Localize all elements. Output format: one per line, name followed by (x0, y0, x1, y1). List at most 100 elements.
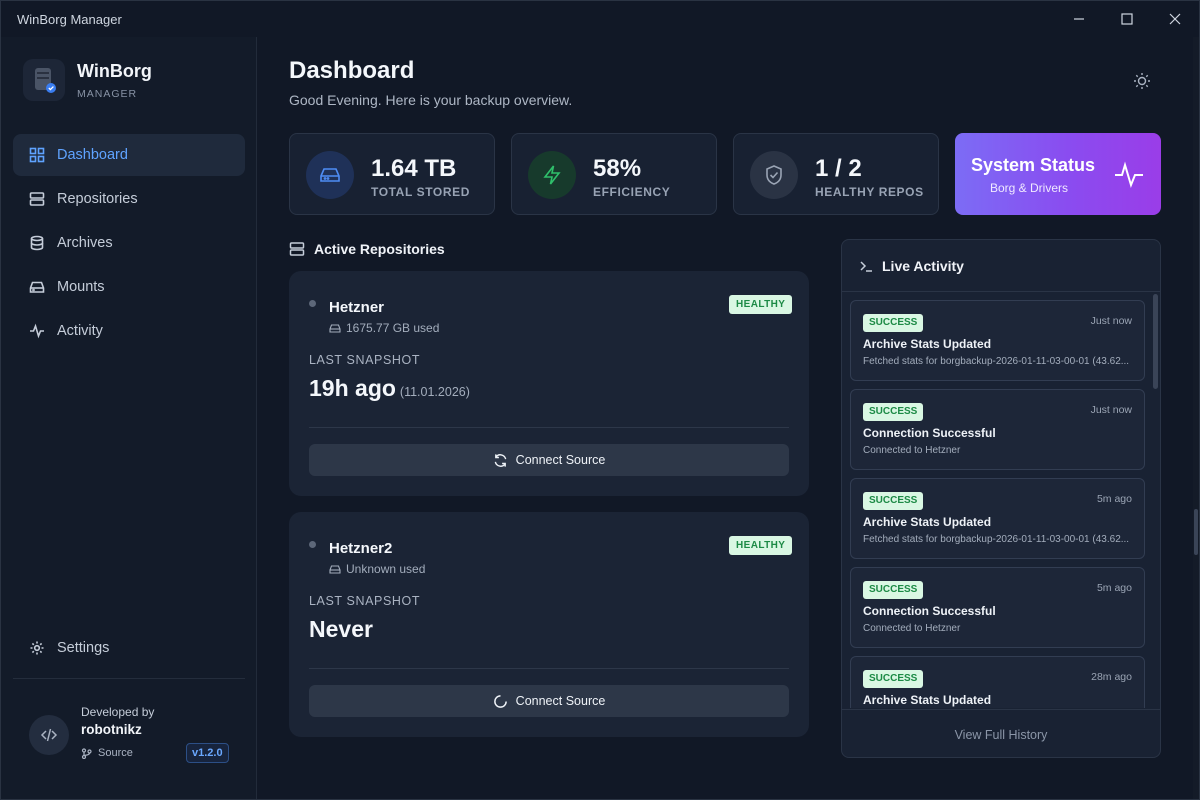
stat-card-efficiency: 58% EFFICIENCY (511, 133, 717, 215)
refresh-icon (494, 453, 507, 467)
main-scrollbar[interactable] (1193, 37, 1199, 799)
sidebar: WinBorg MANAGER Dashboard Repositories A… (1, 37, 257, 799)
status-badge: SUCCESS (863, 314, 924, 332)
activity-scrollbar[interactable] (1153, 294, 1158, 389)
live-activity-header: Live Activity (842, 240, 1160, 292)
app-window: WinBorg Manager WinBorg MANAGER Dashboar… (0, 0, 1200, 800)
activity-title: Connection Successful (863, 604, 996, 618)
theme-toggle-button[interactable] (1130, 69, 1154, 93)
system-status-subtitle: Borg & Drivers (990, 181, 1069, 195)
view-full-history-button[interactable]: View Full History (842, 709, 1160, 757)
sidebar-item-activity[interactable]: Activity (13, 310, 245, 352)
status-badge: SUCCESS (863, 403, 924, 421)
sidebar-item-archives[interactable]: Archives (13, 222, 245, 264)
repo-card: Hetzner2 Unknown used HEALTHY LAST SNAPS… (289, 512, 809, 737)
brand: WinBorg MANAGER (23, 59, 152, 101)
activity-item: SUCCESS Just now Archive Stats Updated F… (850, 300, 1145, 381)
grid-icon (29, 147, 45, 163)
last-snapshot-date: (11.01.2026) (399, 385, 470, 399)
spinner-icon (493, 694, 507, 708)
repo-name: Hetzner2 (329, 540, 393, 557)
repo-usage: 1675.77 GB used (329, 321, 439, 335)
maximize-button[interactable] (1103, 1, 1151, 37)
hard-drive-icon (329, 565, 341, 574)
status-badge: SUCCESS (863, 581, 924, 599)
stat-value: 1.64 TB (371, 155, 457, 182)
maximize-icon (1121, 13, 1133, 25)
sidebar-item-label: Activity (57, 323, 103, 339)
sidebar-item-label: Mounts (57, 279, 105, 295)
activity-time: 5m ago (1096, 493, 1132, 505)
hard-drive-icon (306, 151, 354, 199)
sidebar-item-settings[interactable]: Settings (13, 627, 245, 669)
gear-icon (30, 641, 44, 655)
last-snapshot-label: LAST SNAPSHOT (309, 594, 421, 608)
close-button[interactable] (1151, 1, 1199, 37)
title-bar: WinBorg Manager (1, 1, 1199, 37)
drive-icon (29, 281, 45, 293)
developed-by-label: Developed by (81, 705, 155, 719)
stat-card-healthy-repos: 1 / 2 HEALTHY REPOS (733, 133, 939, 215)
app-logo-icon (23, 59, 65, 101)
repo-usage: Unknown used (329, 562, 425, 576)
scrollbar-thumb[interactable] (1194, 509, 1198, 555)
database-icon (30, 235, 44, 251)
stat-card-total-stored: 1.64 TB TOTAL STORED (289, 133, 495, 215)
system-status-card[interactable]: System Status Borg & Drivers (955, 133, 1161, 215)
page-title: Dashboard (289, 57, 415, 84)
brand-subtitle: MANAGER (77, 87, 138, 100)
sidebar-item-mounts[interactable]: Mounts (13, 266, 245, 308)
minimize-button[interactable] (1055, 1, 1103, 37)
activity-description: Connected to Hetzner (863, 623, 961, 634)
activity-title: Archive Stats Updated (863, 693, 992, 707)
connect-source-button[interactable]: Connect Source (309, 685, 789, 717)
sidebar-item-repositories[interactable]: Repositories (13, 178, 245, 220)
repo-card: Hetzner 1675.77 GB used HEALTHY LAST SNA… (289, 271, 809, 496)
sidebar-nav: Dashboard Repositories Archives Mounts A… (13, 134, 245, 354)
last-snapshot-value: 19h ago (11.01.2026) (309, 375, 470, 401)
source-label: Source (98, 747, 133, 759)
divider (309, 668, 789, 669)
status-badge: SUCCESS (863, 492, 924, 510)
sidebar-item-dashboard[interactable]: Dashboard (13, 134, 245, 176)
repo-name: Hetzner (329, 299, 385, 316)
activity-time: 5m ago (1096, 582, 1132, 594)
activity-title: Connection Successful (863, 426, 996, 440)
sidebar-divider (13, 678, 245, 679)
stat-label: HEALTHY REPOS (815, 185, 924, 199)
connect-source-button[interactable]: Connect Source (309, 444, 789, 476)
live-activity-panel: Live Activity SUCCESS Just now Archive S… (841, 239, 1161, 758)
status-dot (309, 541, 316, 548)
activity-time: Just now (1090, 315, 1132, 327)
version-badge: v1.2.0 (186, 743, 229, 763)
page-subtitle: Good Evening. Here is your backup overvi… (289, 92, 573, 108)
activity-item: SUCCESS 28m ago Archive Stats Updated (850, 656, 1145, 708)
sun-icon (1134, 73, 1150, 89)
sidebar-item-label: Archives (57, 235, 113, 251)
activity-description: Fetched stats for borgbackup-2026-01-11-… (863, 356, 1130, 367)
sidebar-item-label: Settings (57, 640, 110, 656)
stat-label: EFFICIENCY (593, 185, 671, 199)
system-status-title: System Status (971, 155, 1096, 175)
lightning-icon (528, 151, 576, 199)
activity-item: SUCCESS Just now Connection Successful C… (850, 389, 1145, 470)
activity-description: Connected to Hetzner (863, 445, 961, 456)
activity-time: 28m ago (1091, 671, 1132, 683)
activity-list[interactable]: SUCCESS Just now Archive Stats Updated F… (850, 300, 1145, 708)
activity-title: Archive Stats Updated (863, 515, 992, 529)
code-icon (29, 715, 69, 755)
stat-value: 58% (593, 155, 642, 182)
git-branch-icon (81, 747, 92, 759)
brand-title: WinBorg (77, 60, 152, 81)
hard-drive-icon (329, 324, 341, 333)
status-dot (309, 300, 316, 307)
activity-description: Fetched stats for borgbackup-2026-01-11-… (863, 534, 1130, 545)
sidebar-item-label: Repositories (57, 191, 138, 207)
source-link[interactable]: Source (81, 747, 133, 759)
status-badge: SUCCESS (863, 670, 924, 688)
minimize-icon (1074, 18, 1084, 20)
activity-item: SUCCESS 5m ago Connection Successful Con… (850, 567, 1145, 648)
status-badge: HEALTHY (729, 295, 793, 314)
last-snapshot-label: LAST SNAPSHOT (309, 353, 421, 367)
developer-info: Developed by robotnikz Source v1.2.0 (29, 703, 229, 765)
